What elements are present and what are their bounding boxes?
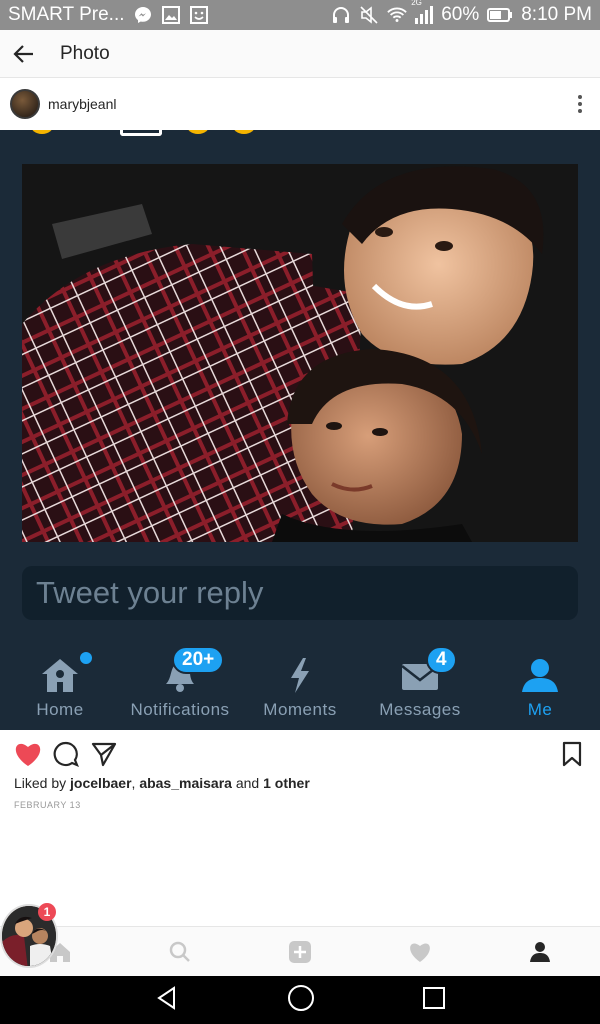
system-nav-bar (0, 976, 600, 1024)
nav-search[interactable] (120, 927, 240, 977)
chat-head-badge: 1 (38, 903, 56, 921)
heart-icon (410, 943, 430, 962)
emoji-icon (189, 6, 209, 24)
post-date: FEBRUARY 13 (14, 800, 81, 810)
emoji-partial-icon (232, 130, 256, 134)
likes-prefix: Liked by (14, 775, 71, 791)
lightning-icon (291, 658, 309, 693)
status-bar: SMART Pre... 2G 60% 8:10 PM (0, 0, 600, 30)
share-icon[interactable] (88, 738, 120, 770)
tab-moments: Moments (240, 630, 360, 730)
likes-and: and (231, 775, 264, 791)
tab-label: Moments (263, 700, 337, 719)
notifications-badge: 20+ (172, 646, 225, 674)
unread-dot (80, 652, 92, 664)
person-icon (522, 659, 558, 692)
tab-label: Notifications (130, 700, 230, 719)
post-header: marybjeanl (0, 78, 600, 130)
nav-add[interactable] (240, 927, 360, 977)
tab-label: Me (527, 700, 553, 719)
twitter-tab-bar: Home 20+ Notifications Moments 4 Message… (0, 630, 600, 730)
emoji-partial-icon (186, 130, 210, 134)
tab-label: Home (36, 700, 84, 719)
tweet-reply-input: Tweet your reply (22, 566, 578, 620)
username[interactable]: marybjeanl (48, 96, 116, 112)
home-icon (42, 659, 78, 692)
network-type: 2G (411, 0, 422, 7)
tab-notifications: 20+ Notifications (120, 630, 240, 730)
avatar[interactable] (10, 89, 40, 119)
post-image[interactable]: Tweet your reply Home 20+ Notifications … (0, 130, 600, 730)
tab-label: Messages (379, 700, 461, 719)
bottom-nav (0, 926, 600, 976)
gallery-icon (161, 6, 181, 24)
page-title: Photo (60, 42, 110, 64)
more-options-icon[interactable] (570, 89, 590, 119)
liker-username[interactable]: abas_maisara (139, 775, 232, 791)
add-post-icon (289, 940, 311, 963)
bookmark-icon[interactable] (556, 738, 588, 770)
back-triangle-icon[interactable] (154, 985, 180, 1016)
likes-text: Liked by jocelbaer, abas_maisara and 1 o… (14, 775, 310, 791)
post-actions (0, 736, 600, 772)
messenger-icon (133, 6, 153, 24)
nav-activity[interactable] (360, 927, 480, 977)
frame-partial-icon (120, 130, 162, 136)
couple-photo (22, 164, 578, 542)
tab-home: Home (0, 630, 120, 730)
emoji-partial-icon (30, 130, 54, 134)
mute-icon (359, 6, 379, 24)
likes-other-link[interactable]: 1 other (263, 775, 310, 791)
signal-icon: 2G (411, 0, 434, 24)
profile-icon (530, 941, 550, 962)
headphones-icon (331, 6, 351, 24)
back-arrow-icon[interactable] (0, 30, 48, 78)
nav-profile[interactable] (480, 927, 600, 977)
like-heart-icon[interactable] (12, 738, 44, 770)
search-icon (169, 941, 190, 962)
liker-username[interactable]: jocelbaer (70, 775, 131, 791)
comment-icon[interactable] (50, 738, 82, 770)
tab-messages: 4 Messages (360, 630, 480, 730)
app-bar: Photo (0, 30, 600, 78)
recents-square-icon[interactable] (422, 986, 446, 1015)
carrier-text: SMART Pre... (8, 4, 125, 25)
battery-percent: 60% (441, 4, 480, 25)
battery-icon (487, 6, 513, 24)
messages-badge: 4 (426, 646, 457, 674)
clock: 8:10 PM (521, 4, 592, 25)
home-circle-icon[interactable] (287, 984, 315, 1017)
wifi-icon (387, 6, 407, 24)
tab-me: Me (480, 630, 600, 730)
